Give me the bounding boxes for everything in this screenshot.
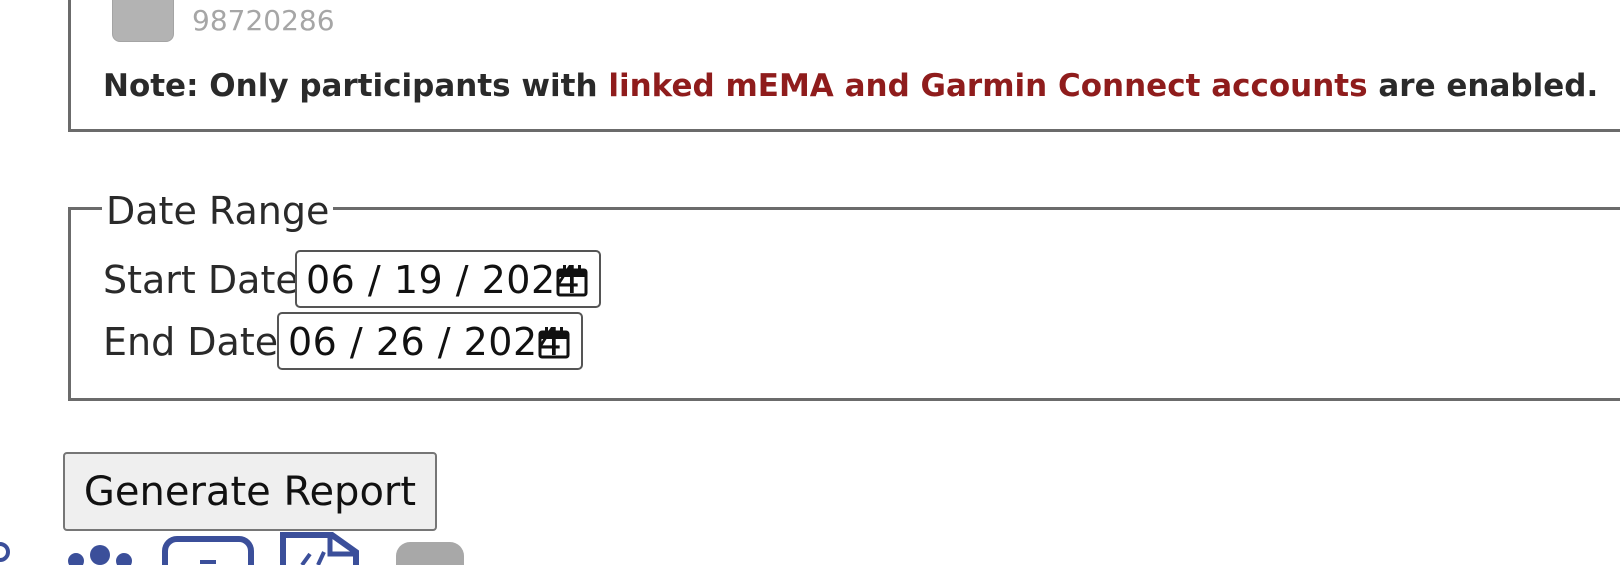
toggle-icon[interactable]	[396, 542, 464, 565]
date-range-legend: Date Range	[102, 188, 334, 234]
end-date-value[interactable]: 06 / 26 / 2024	[288, 320, 562, 364]
calendar-icon[interactable]	[555, 264, 589, 298]
calendar-icon[interactable]	[537, 326, 571, 360]
start-date-label: Start Date	[103, 258, 299, 302]
participant-checkbox[interactable]	[112, 0, 174, 42]
participant-id: 98720286	[192, 4, 335, 37]
participants-note: Note: Only participants with linked mEMA…	[103, 68, 1598, 104]
generate-report-button[interactable]: Generate Report	[63, 452, 437, 531]
note-link[interactable]: linked mEMA and Garmin Connect accounts	[608, 68, 1367, 104]
users-icon[interactable]	[66, 545, 134, 565]
page: 98720286 Note: Only participants with li…	[0, 0, 1620, 565]
note-prefix: Note: Only participants with	[103, 68, 609, 104]
end-date-input[interactable]: 06 / 26 / 2024	[277, 312, 583, 370]
note-suffix: are enabled.	[1367, 68, 1599, 104]
start-date-value[interactable]: 06 / 19 / 2024	[306, 258, 580, 302]
end-date-label: End Date	[103, 320, 279, 364]
partial-icon[interactable]	[0, 538, 10, 565]
window-icon[interactable]	[162, 536, 254, 565]
start-date-input[interactable]: 06 / 19 / 2024	[295, 250, 601, 308]
code-file-icon[interactable]	[280, 532, 360, 565]
